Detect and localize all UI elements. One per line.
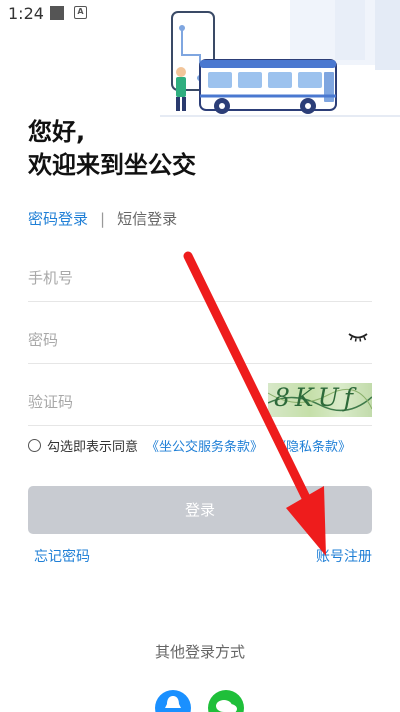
agree-checkbox[interactable] — [28, 439, 41, 452]
phone-input[interactable] — [28, 269, 248, 287]
bus-illustration — [160, 0, 400, 117]
captcha-image[interactable]: 8KUf — [268, 383, 372, 417]
password-field-row — [28, 302, 372, 364]
login-tabs: 密码登录 | 短信登录 — [28, 208, 177, 229]
greeting: 您好, 欢迎来到坐公交 — [28, 116, 196, 182]
captcha-code: 8KUf — [274, 383, 359, 412]
notification-icon — [50, 6, 64, 20]
eye-closed-icon[interactable] — [348, 331, 368, 343]
forgot-password-link[interactable]: 忘记密码 — [34, 546, 90, 566]
tab-password-login[interactable]: 密码登录 — [28, 208, 88, 229]
privacy-link[interactable]: 《隐私条款》 — [273, 436, 351, 455]
other-login-title: 其他登录方式 — [154, 643, 245, 661]
tab-sms-login[interactable]: 短信登录 — [117, 208, 177, 229]
notification-a-icon: A — [74, 6, 87, 19]
password-input[interactable] — [28, 331, 248, 349]
register-link[interactable]: 账号注册 — [316, 546, 372, 566]
captcha-field-row: 8KUf — [28, 364, 372, 426]
phone-field-row — [28, 240, 372, 302]
wechat-login-button[interactable] — [208, 690, 244, 712]
alipay-login-button[interactable] — [155, 690, 191, 712]
wechat-icon — [216, 700, 237, 712]
agreement-text: 勾选即表示同意 — [47, 440, 139, 455]
agreement-row: 勾选即表示同意 《坐公交服务条款》 《隐私条款》 — [28, 436, 351, 455]
captcha-input[interactable] — [28, 393, 248, 411]
bell-icon — [165, 696, 181, 708]
greeting-line1: 您好, — [28, 118, 86, 146]
terms-link[interactable]: 《坐公交服务条款》 — [146, 436, 263, 455]
greeting-line2: 欢迎来到坐公交 — [28, 151, 196, 179]
status-time: 1:24 — [8, 4, 44, 23]
tab-divider: | — [100, 209, 106, 228]
login-button[interactable]: 登录 — [28, 486, 372, 534]
